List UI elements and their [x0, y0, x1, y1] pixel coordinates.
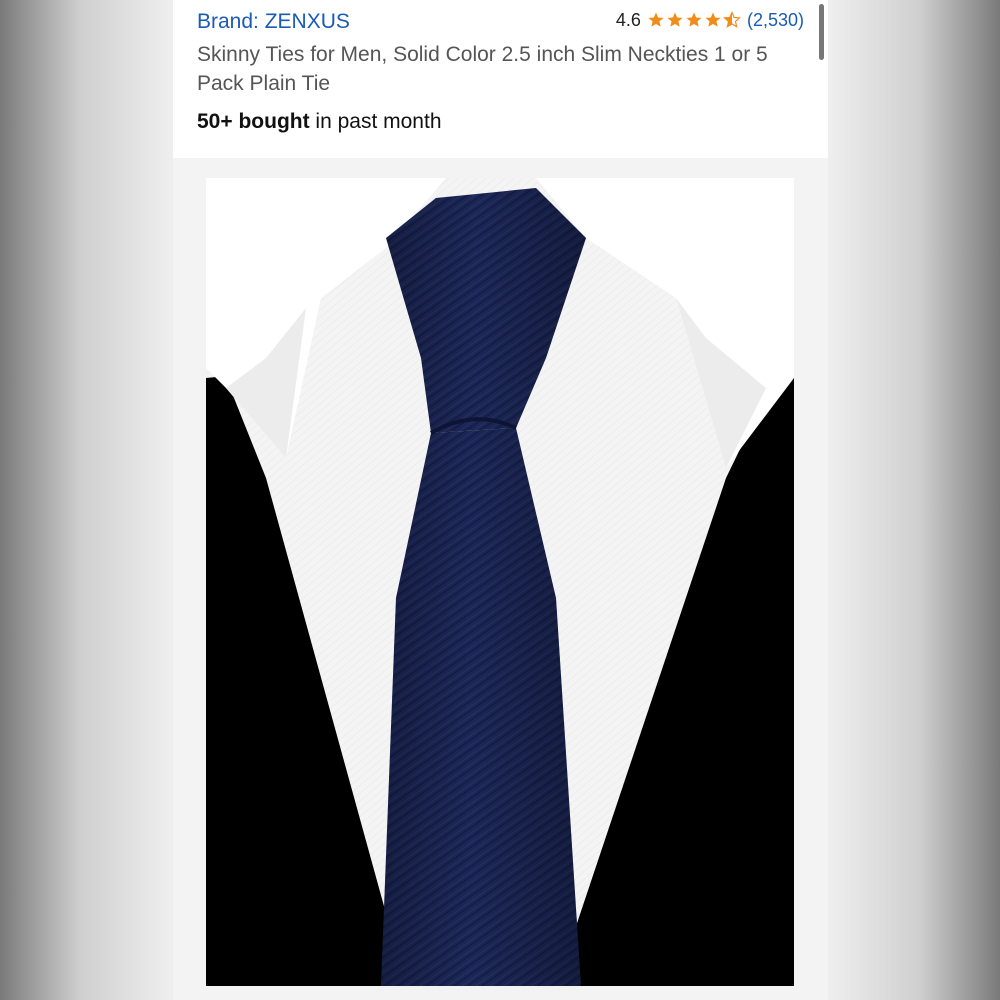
star-icon — [686, 12, 702, 27]
product-image-area — [173, 158, 828, 1000]
product-header: Brand: ZENXUS 4.6 (2,530) Skinny Ties fo… — [173, 0, 828, 158]
bought-period: in past month — [309, 110, 442, 133]
star-icon — [667, 12, 683, 27]
star-icon — [705, 12, 721, 27]
product-title: Skinny Ties for Men, Solid Color 2.5 inc… — [197, 43, 768, 95]
product-image[interactable] — [206, 178, 794, 986]
rating-summary[interactable]: 4.6 (2,530) — [616, 8, 804, 32]
product-card: Brand: ZENXUS 4.6 (2,530) Skinny Ties fo… — [173, 0, 828, 1000]
brand-link[interactable]: Brand: ZENXUS — [197, 10, 350, 34]
rating-value: 4.6 — [615, 10, 641, 30]
scrollbar-thumb[interactable] — [819, 4, 824, 60]
star-icon — [648, 12, 664, 27]
star-half-icon — [722, 11, 741, 28]
rating-count-link[interactable]: (2,530) — [747, 8, 804, 32]
tie-illustration — [206, 178, 794, 986]
rating-stars — [647, 11, 741, 29]
bought-count: 50+ bought — [197, 110, 310, 133]
bought-in-past-month: 50+ bought in past month — [197, 109, 442, 135]
